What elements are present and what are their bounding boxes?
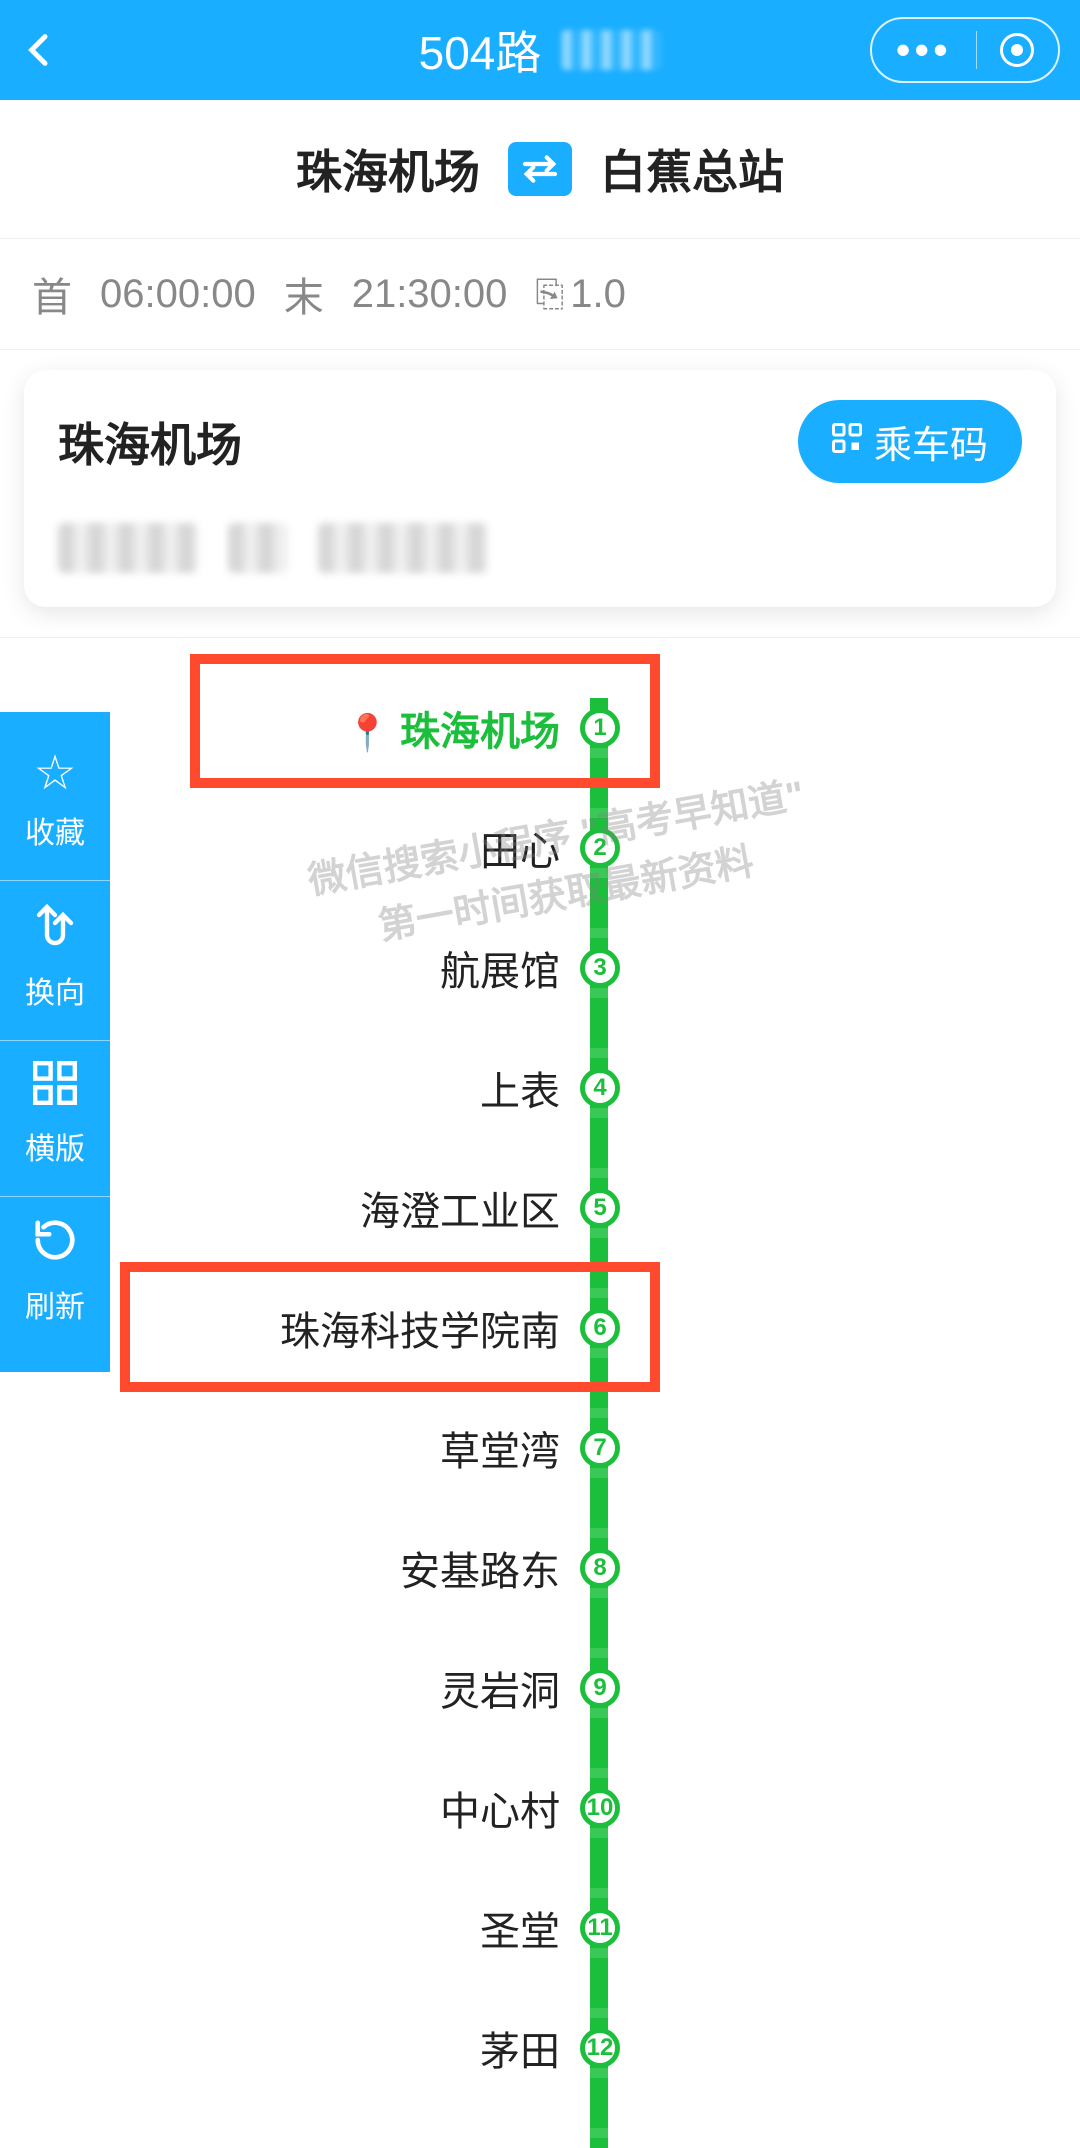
station-row[interactable]: 中心村 10 [0,1748,1080,1868]
capsule-divider [976,31,977,69]
last-bus-time: 21:30:00 [352,272,508,317]
favorite-button[interactable]: ☆ 收藏 [0,730,110,880]
station-name: 圣堂 [480,1899,560,1957]
station-number-badge: 5 [580,1188,620,1228]
station-row[interactable]: 上表 4 [0,1028,1080,1148]
station-number-badge: 9 [580,1668,620,1708]
station-row[interactable]: 灵岩洞 9 [0,1628,1080,1748]
station-row[interactable]: 航展馆 3 [0,908,1080,1028]
station-name: 📍珠海机场 [345,699,560,757]
card-station-name: 珠海机场 [58,409,242,475]
station-row[interactable]: 珠海科技学院南 6 [0,1268,1080,1388]
station-name: 上表 [480,1059,560,1117]
station-row[interactable]: 田心 2 [0,788,1080,908]
first-bus-label: 首 [32,265,72,323]
route-number: 504路 [419,17,542,83]
station-number-badge: 3 [580,948,620,988]
station-row[interactable]: 海澄工业区 5 [0,1148,1080,1268]
station-row[interactable]: 圣堂 11 [0,1868,1080,1988]
last-bus-label: 末 [284,265,324,323]
route-from: 珠海机场 [296,136,480,202]
fare-icon: ⎘1.0 [535,272,625,317]
station-list: 📍珠海机场 1 田心 2 航展馆 3 上表 4 海澄工业区 5 珠海科技学院南 6 草堂湾 7 安基路东 8 灵… [0,638,1080,2148]
station-number-badge: 2 [580,828,620,868]
miniprogram-capsule[interactable]: ••• [870,17,1060,83]
station-name: 草堂湾 [440,1419,560,1477]
qr-icon [832,423,862,461]
first-bus-time: 06:00:00 [100,272,256,317]
station-row[interactable]: 安基路东 8 [0,1508,1080,1628]
station-number-badge: 10 [580,1788,620,1828]
station-name: 灵岩洞 [440,1659,560,1717]
station-number-badge: 4 [580,1068,620,1108]
reverse-button[interactable]: 换向 [0,880,110,1040]
back-button[interactable] [20,18,80,83]
ride-code-label: 乘车码 [874,414,988,469]
grid-icon [0,1061,110,1114]
layout-button[interactable]: 横版 [0,1040,110,1196]
station-name: 海澄工业区 [360,1179,560,1237]
station-name: 茅田 [480,2019,560,2077]
close-target-icon[interactable] [1000,33,1034,67]
station-number-badge: 12 [580,2028,620,2068]
header-obscured [561,30,661,70]
fare-value: 1.0 [570,272,626,317]
station-number-badge: 11 [580,1908,620,1948]
station-name: 安基路东 [400,1539,560,1597]
station-number-badge: 6 [580,1308,620,1348]
app-header: 504路 ••• [0,0,1080,100]
card-obscured-row [58,513,1022,583]
station-number-badge: 8 [580,1548,620,1588]
location-pin-icon: 📍 [345,712,390,753]
ride-code-button[interactable]: 乘车码 [798,400,1022,483]
station-number-badge: 7 [580,1428,620,1468]
star-icon: ☆ [0,750,110,798]
station-number-badge: 1 [580,708,620,748]
route-title-row: 珠海机场 白蕉总站 [0,100,1080,239]
route-to: 白蕉总站 [600,136,784,202]
current-station-card: 珠海机场 乘车码 [24,370,1056,607]
refresh-button[interactable]: 刷新 [0,1196,110,1354]
reverse-icon [0,901,110,958]
station-name: 航展馆 [440,939,560,997]
station-row[interactable]: 茅田 12 [0,1988,1080,2108]
station-name: 中心村 [440,1779,560,1837]
side-toolbar: ☆ 收藏 换向 横版 刷新 [0,712,110,1372]
station-row[interactable]: 📍珠海机场 1 [0,668,1080,788]
station-name: 珠海科技学院南 [280,1299,560,1357]
station-name: 田心 [480,819,560,877]
swap-direction-icon[interactable] [508,142,572,196]
refresh-icon [0,1217,110,1272]
station-row[interactable]: 草堂湾 7 [0,1388,1080,1508]
schedule-row: 首 06:00:00 末 21:30:00 ⎘1.0 [0,239,1080,350]
